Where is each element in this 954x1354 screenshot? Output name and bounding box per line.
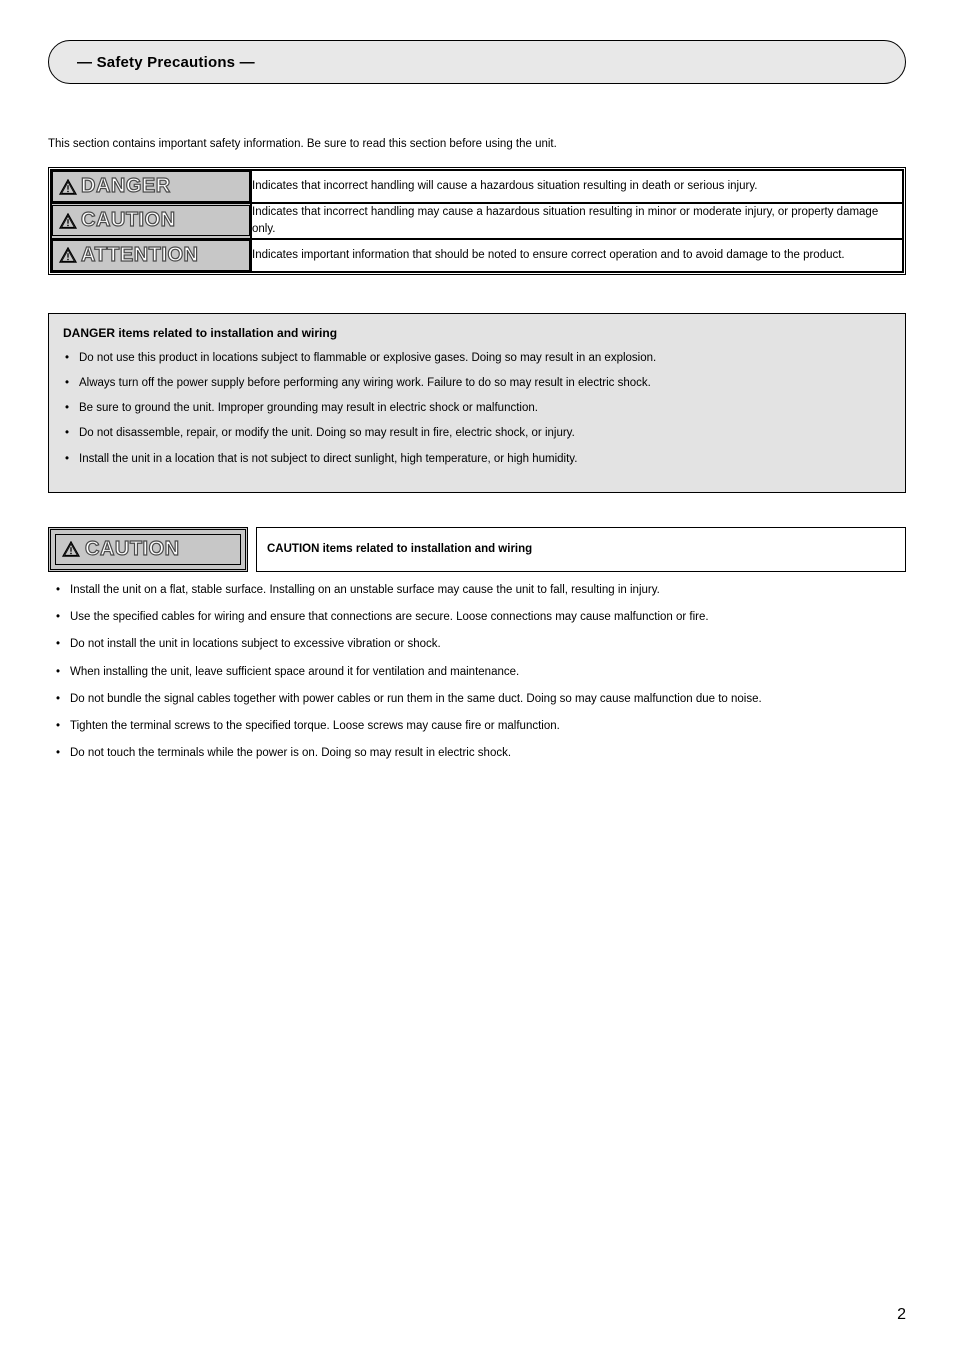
list-item: Do not disassemble, repair, or modify th…: [63, 425, 891, 442]
definition-label-cell: DANGER: [51, 170, 251, 203]
list-item: Do not install the unit in locations sub…: [54, 636, 900, 653]
definition-label-text: DANGER: [81, 175, 171, 198]
list-item: Do not use this product in locations sub…: [63, 350, 891, 367]
definition-row: CAUTION Indicates that incorrect handling…: [51, 203, 903, 238]
caution-badge: CAUTION: [48, 527, 248, 572]
definitions-table: DANGER Indicates that incorrect handling …: [48, 167, 906, 274]
caution-title: CAUTION items related to installation an…: [256, 527, 906, 572]
definition-label-cell: ATTENTION: [51, 239, 251, 272]
list-item: Do not bundle the signal cables together…: [54, 691, 900, 708]
caution-header-row: CAUTION CAUTION items related to install…: [48, 527, 906, 572]
list-item: Use the specified cables for wiring and …: [54, 609, 900, 626]
page-title: — Safety Precautions —: [77, 54, 255, 71]
warning-triangle-icon: [59, 213, 77, 229]
danger-box: DANGER items related to installation and…: [48, 313, 906, 493]
page-header-bar: — Safety Precautions —: [48, 40, 906, 84]
warning-triangle-icon: [59, 179, 77, 195]
definition-desc: Indicates that incorrect handling will c…: [251, 170, 903, 203]
definition-row: ATTENTION Indicates important information…: [51, 239, 903, 272]
definition-desc: Indicates that incorrect handling may ca…: [251, 203, 903, 238]
intro-text: This section contains important safety i…: [48, 136, 906, 153]
danger-list: Do not use this product in locations sub…: [63, 350, 891, 468]
list-item: Install the unit on a flat, stable surfa…: [54, 582, 900, 599]
definition-label-cell: CAUTION: [51, 203, 251, 238]
list-item: Do not touch the terminals while the pow…: [54, 745, 900, 762]
list-item: Always turn off the power supply before …: [63, 375, 891, 392]
definition-desc: Indicates important information that sho…: [251, 239, 903, 272]
warning-triangle-icon: [62, 541, 80, 557]
danger-box-title: DANGER items related to installation and…: [63, 326, 891, 340]
list-item: When installing the unit, leave sufficie…: [54, 664, 900, 681]
page-number: 2: [897, 1306, 906, 1324]
list-item: Be sure to ground the unit. Improper gro…: [63, 400, 891, 417]
caution-badge-text: CAUTION: [85, 538, 180, 561]
caution-list: Install the unit on a flat, stable surfa…: [48, 582, 906, 763]
definition-label-text: ATTENTION: [81, 244, 198, 267]
definition-label-text: CAUTION: [81, 209, 176, 232]
list-item: Install the unit in a location that is n…: [63, 451, 891, 468]
warning-triangle-icon: [59, 247, 77, 263]
definition-row: DANGER Indicates that incorrect handling …: [51, 170, 903, 203]
list-item: Tighten the terminal screws to the speci…: [54, 718, 900, 735]
caution-section: CAUTION CAUTION items related to install…: [48, 527, 906, 763]
